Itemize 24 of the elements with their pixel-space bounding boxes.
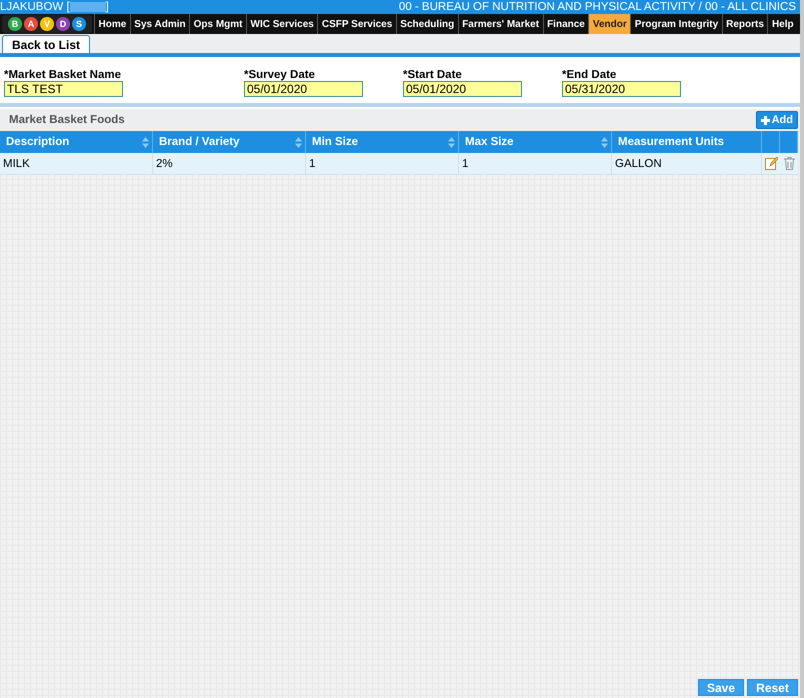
organization-label: 00 - BUREAU OF NUTRITION AND PHYSICAL ACTIVITY / 00 - ALL CLINICS: [398, 0, 796, 14]
field-label: *Market Basket Name: [4, 69, 122, 81]
input-field[interactable]: 05/31/2020: [562, 81, 681, 97]
back-to-list-tab[interactable]: Back to List: [2, 35, 90, 53]
input-field[interactable]: TLS TEST: [4, 81, 123, 97]
table-cell: 1: [459, 153, 612, 175]
trash-icon[interactable]: [784, 157, 794, 170]
input-field[interactable]: 05/01/2020: [403, 81, 522, 97]
table-cell: GALLON: [612, 153, 762, 175]
nav-tab[interactable]: Vendor: [588, 14, 630, 34]
logo: B A V D S: [2, 15, 92, 33]
user-name: LJAKUBOW [ ]: [0, 0, 109, 14]
field-label: *Survey Date: [244, 69, 316, 81]
table-cell: 1: [306, 153, 459, 175]
field-label: *End Date: [562, 69, 618, 81]
plus-icon: [760, 116, 770, 124]
field-label: *Start Date: [403, 69, 463, 81]
table-cell: MILK: [0, 153, 153, 175]
edit-icon[interactable]: [764, 157, 778, 170]
blank-column-header: [780, 131, 798, 153]
table-cell: 2%: [153, 153, 306, 175]
blank-column-header: [762, 131, 780, 153]
input-field[interactable]: 05/01/2020: [244, 81, 363, 97]
section-title: Market Basket Foods: [9, 114, 125, 126]
